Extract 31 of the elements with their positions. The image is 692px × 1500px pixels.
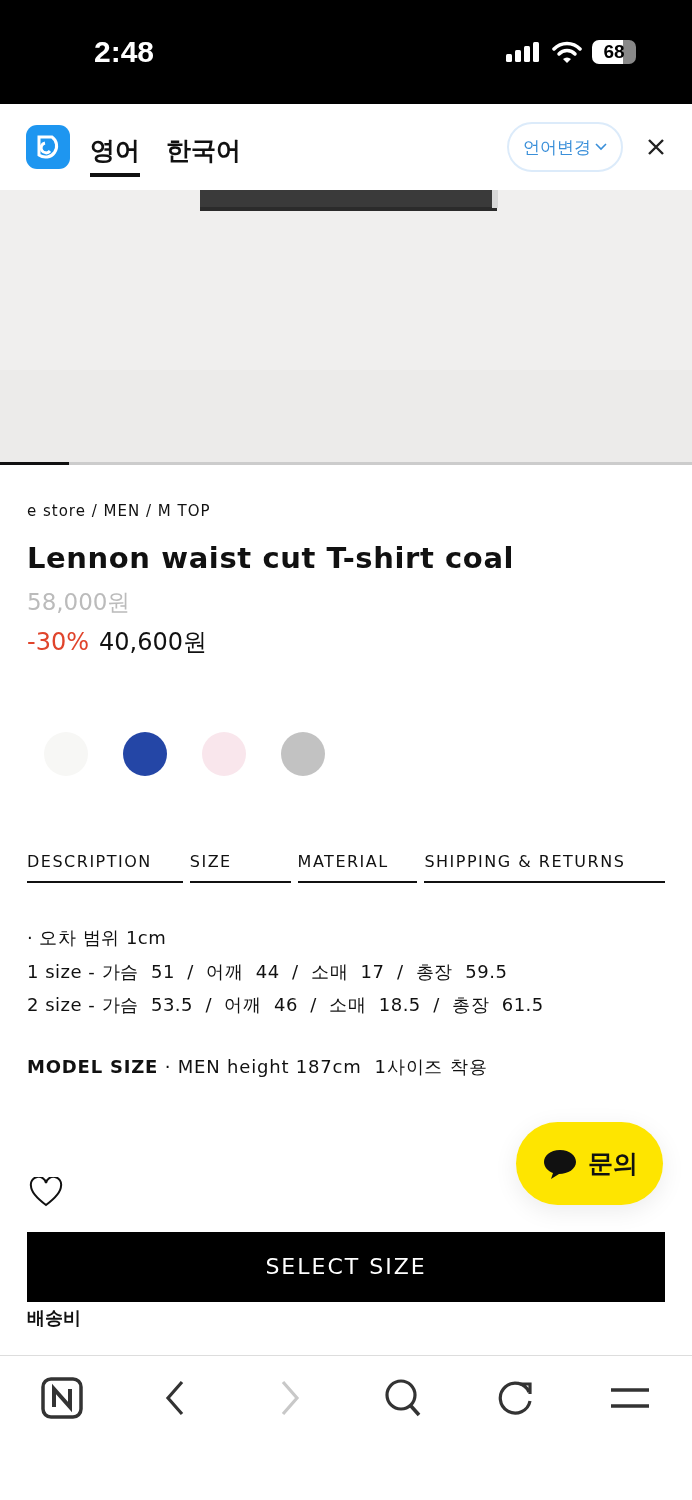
select-size-button[interactable]: SELECT SIZE [27,1231,665,1302]
language-tab[interactable]: 영어 [90,127,140,177]
battery-percent: 68 [603,41,625,63]
size-info-line: 2 size - 가슴 53.5 / 어깨 46 / 소매 18.5 / 총장 61.5 [27,993,545,1017]
signal-icon [506,42,542,62]
size-info-line: 1 size - 가슴 51 / 어깨 44 / 소매 17 / 총장 59.5 [27,959,509,984]
heart-icon[interactable] [29,1176,63,1207]
info-tab[interactable]: SHIPPING & RETURNS [424,852,665,883]
breadcrumb[interactable]: e store / MEN / M TOP [27,502,665,520]
wifi-icon [552,41,582,63]
language-change-button[interactable]: 언어변경 [507,122,623,172]
clock-time: 2:48 [94,35,155,69]
inquiry-chat-button[interactable]: 문의 [516,1122,663,1205]
discount-rate: -30% [27,627,89,658]
info-tab[interactable]: SIZE [189,852,291,883]
sale-price: 40,600원 [99,627,207,658]
translate-logo-icon [26,125,70,169]
info-tab[interactable]: MATERIAL [297,852,418,883]
speech-bubble-icon [541,1147,578,1180]
product-title: Lennon waist cut T-shirt coal [27,540,516,576]
original-price: 58,000원 [27,588,132,617]
close-icon[interactable] [647,138,665,156]
color-swatch[interactable] [202,732,246,776]
model-size-text: MODEL SIZE · MEN height 187cm 1사이즈 착용 [27,1054,489,1079]
language-tab[interactable]: 한국어 [166,127,241,177]
color-swatch[interactable] [123,732,167,776]
chevron-down-icon [595,143,607,151]
shipping-label: 배송비 [27,1305,82,1330]
size-info-line: · 오차 범위 1cm [27,926,168,950]
info-tab[interactable]: DESCRIPTION [27,852,183,883]
color-swatch[interactable] [281,732,325,776]
